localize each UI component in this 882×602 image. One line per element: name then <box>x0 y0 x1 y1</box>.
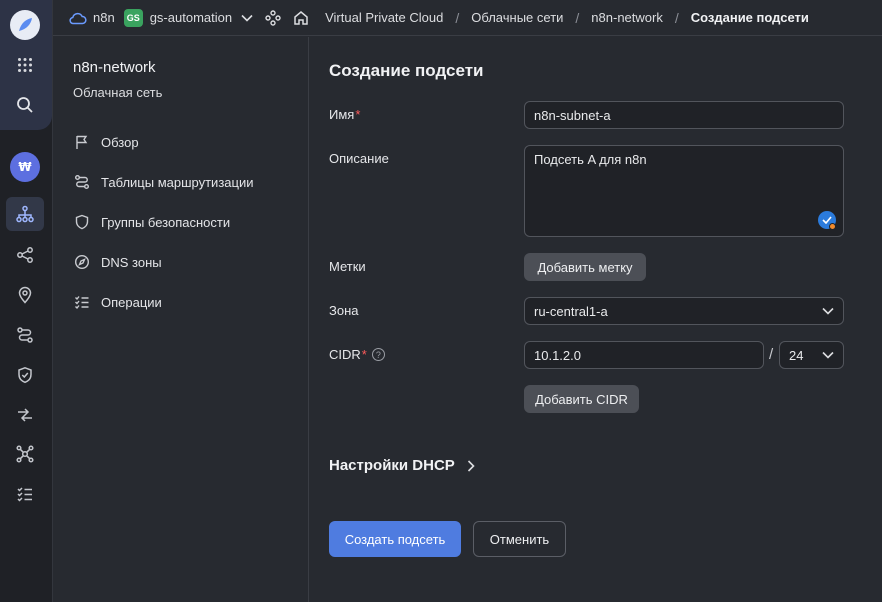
vpc-service-icon[interactable]: ₩ <box>6 150 44 184</box>
network-subtitle: Облачная сеть <box>73 85 163 100</box>
required-mark: * <box>361 347 367 362</box>
description-label: Описание <box>329 151 389 166</box>
flag-icon <box>73 133 91 151</box>
sidebar-item-dns-zones[interactable]: DNS зоны <box>73 251 162 273</box>
route-icon <box>73 173 91 191</box>
project-name: gs-automation <box>149 10 233 25</box>
sidebar-item-label: Операции <box>101 294 162 310</box>
compass-icon <box>73 253 91 271</box>
dhcp-settings-toggle[interactable]: Настройки DHCP <box>329 457 475 474</box>
breadcrumb-separator: / <box>674 9 679 26</box>
dhcp-settings-label: Настройки DHCP <box>329 457 455 474</box>
shield-icon <box>73 213 91 231</box>
name-label-text: Имя <box>329 107 355 122</box>
cidr-label-text: CIDR <box>329 347 361 362</box>
top-header: n8n GS gs-automation Virtual Private Clo… <box>53 0 882 36</box>
network-title: n8n-network <box>73 59 156 76</box>
required-mark: * <box>355 107 361 122</box>
grammar-status-dot <box>829 223 836 230</box>
breadcrumb-networks[interactable]: Облачные сети <box>471 10 563 25</box>
zone-select[interactable]: ru-central1-a <box>524 297 844 325</box>
breadcrumb-network[interactable]: n8n-network <box>591 10 663 25</box>
cidr-mask-value: 24 <box>789 347 804 363</box>
sidebar-item-overview[interactable]: Обзор <box>73 131 139 153</box>
breadcrumb-current: Создание подсети <box>690 10 809 25</box>
svg-text:₩: ₩ <box>18 160 32 174</box>
cloud-logo-icon[interactable] <box>6 8 44 42</box>
name-input[interactable] <box>524 101 844 129</box>
location-pin-icon[interactable] <box>6 278 44 312</box>
project-badge: GS <box>123 8 143 27</box>
project-switch[interactable]: GS gs-automation <box>123 8 253 27</box>
cidr-label: CIDR * ? <box>329 347 385 362</box>
form-title: Создание подсети <box>329 61 484 80</box>
sidebar-item-label: Таблицы маршрутизации <box>101 174 254 190</box>
sidebar-item-security-groups[interactable]: Группы безопасности <box>73 211 230 233</box>
route-icon[interactable] <box>6 318 44 352</box>
shield-icon[interactable] <box>6 358 44 392</box>
create-subnet-button[interactable]: Создать подсеть <box>329 521 461 557</box>
sidebar-item-route-tables[interactable]: Таблицы маршрутизации <box>73 171 253 193</box>
name-label: Имя * <box>329 107 360 122</box>
labels-label: Метки <box>329 259 366 274</box>
chevron-down-icon <box>822 307 834 315</box>
search-icon[interactable] <box>6 88 44 122</box>
description-textarea[interactable]: Подсеть A для n8n <box>524 145 844 237</box>
add-cidr-button[interactable]: Добавить CIDR <box>524 385 639 413</box>
zone-select-value: ru-central1-a <box>534 303 608 319</box>
create-subnet-form: Создание подсети Имя* Описание Подсеть A… <box>310 37 882 602</box>
services-nodes-icon[interactable] <box>265 9 281 26</box>
cloud-org-switch[interactable]: n8n <box>69 10 115 25</box>
network-topology-icon[interactable] <box>6 197 44 231</box>
chevron-down-icon <box>822 351 834 359</box>
app-rail: ₩ <box>0 0 53 602</box>
cidr-mask-select[interactable]: 24 <box>779 341 844 369</box>
breadcrumb-separator: / <box>575 9 580 26</box>
breadcrumb: Virtual Private Cloud / Облачные сети / … <box>325 10 809 26</box>
breadcrumb-separator: / <box>455 9 460 26</box>
org-name: n8n <box>93 10 115 25</box>
hub-nodes-icon[interactable] <box>6 437 44 471</box>
add-label-button[interactable]: Добавить метку <box>524 253 646 281</box>
sidebar-item-label: DNS зоны <box>101 254 162 270</box>
transfer-arrows-icon[interactable] <box>6 398 44 432</box>
operations-list-icon[interactable] <box>6 477 44 511</box>
cancel-button[interactable]: Отменить <box>473 521 566 557</box>
cidr-address-input[interactable] <box>524 341 764 369</box>
breadcrumb-vpc[interactable]: Virtual Private Cloud <box>325 10 443 25</box>
sidebar-item-operations[interactable]: Операции <box>73 291 162 313</box>
chevron-right-icon <box>467 459 475 472</box>
help-icon[interactable]: ? <box>371 348 385 361</box>
apps-grid-icon[interactable] <box>6 48 44 82</box>
cloud-outline-icon <box>69 11 87 25</box>
chevron-down-icon <box>241 14 253 22</box>
zone-label: Зона <box>329 303 359 318</box>
network-sidebar: n8n-network Облачная сеть Обзор Таблицы … <box>53 37 309 602</box>
cidr-separator: / <box>769 346 774 363</box>
share-nodes-icon[interactable] <box>6 238 44 272</box>
sidebar-item-label: Группы безопасности <box>101 214 231 230</box>
home-icon[interactable] <box>293 10 309 26</box>
sidebar-item-label: Обзор <box>101 134 139 150</box>
list-icon <box>73 293 91 311</box>
